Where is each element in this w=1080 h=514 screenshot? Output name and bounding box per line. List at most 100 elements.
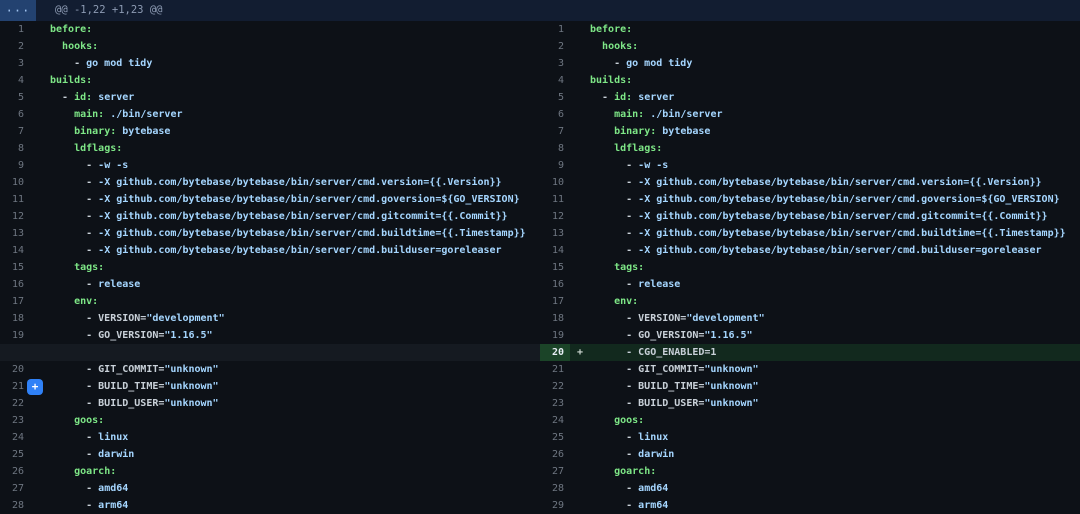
line-number[interactable]: 16 bbox=[0, 276, 30, 293]
line-number[interactable]: 24 bbox=[0, 429, 30, 446]
diff-sign bbox=[30, 123, 50, 140]
diff-row: 1before: bbox=[540, 21, 1080, 38]
line-number[interactable]: 13 bbox=[0, 225, 30, 242]
line-number[interactable]: 28 bbox=[540, 480, 570, 497]
line-number[interactable]: 12 bbox=[0, 208, 30, 225]
diff-row: 17 env: bbox=[0, 293, 540, 310]
diff-sign bbox=[30, 293, 50, 310]
line-number[interactable]: 19 bbox=[540, 327, 570, 344]
line-number[interactable]: 21 bbox=[540, 361, 570, 378]
line-number[interactable]: 21 bbox=[0, 378, 30, 395]
expand-hunk-button[interactable]: ··· bbox=[0, 0, 36, 21]
diff-sign bbox=[570, 38, 590, 55]
line-number[interactable]: 3 bbox=[0, 55, 30, 72]
diff-sign bbox=[570, 140, 590, 157]
line-number[interactable]: 18 bbox=[0, 310, 30, 327]
line-number[interactable]: 17 bbox=[540, 293, 570, 310]
diff-sign bbox=[30, 327, 50, 344]
line-number[interactable]: 7 bbox=[0, 123, 30, 140]
code-line: - -X github.com/bytebase/bytebase/bin/se… bbox=[50, 225, 540, 242]
line-number[interactable]: 26 bbox=[0, 463, 30, 480]
code-line: hooks: bbox=[590, 38, 1080, 55]
line-number[interactable]: 23 bbox=[0, 412, 30, 429]
line-number[interactable]: 22 bbox=[540, 378, 570, 395]
diff-row: 7 binary: bytebase bbox=[540, 123, 1080, 140]
diff-row: 14 - -X github.com/bytebase/bytebase/bin… bbox=[0, 242, 540, 259]
code-line: env: bbox=[50, 293, 540, 310]
line-number[interactable]: 13 bbox=[540, 225, 570, 242]
line-number[interactable]: 2 bbox=[540, 38, 570, 55]
diff-sign bbox=[30, 106, 50, 123]
diff-sign bbox=[30, 497, 50, 514]
add-comment-button[interactable]: + bbox=[27, 379, 43, 395]
code-line: binary: bytebase bbox=[50, 123, 540, 140]
code-line: - GIT_COMMIT="unknown" bbox=[590, 361, 1080, 378]
line-number[interactable]: 28 bbox=[0, 497, 30, 514]
code-line: - BUILD_USER="unknown" bbox=[590, 395, 1080, 412]
line-number[interactable]: 15 bbox=[0, 259, 30, 276]
code-line: goarch: bbox=[50, 463, 540, 480]
diff-sign bbox=[570, 242, 590, 259]
line-number[interactable]: 5 bbox=[0, 89, 30, 106]
code-line: ldflags: bbox=[50, 140, 540, 157]
line-number[interactable]: 20 bbox=[0, 361, 30, 378]
line-number[interactable]: 9 bbox=[0, 157, 30, 174]
line-number[interactable]: 5 bbox=[540, 89, 570, 106]
line-number[interactable]: 7 bbox=[540, 123, 570, 140]
line-number[interactable]: 18 bbox=[540, 310, 570, 327]
line-number[interactable]: 1 bbox=[0, 21, 30, 38]
diff-row: 18 - VERSION="development" bbox=[0, 310, 540, 327]
line-number[interactable]: 8 bbox=[0, 140, 30, 157]
diff-sign bbox=[30, 89, 50, 106]
diff-sign bbox=[570, 361, 590, 378]
diff-sign bbox=[570, 191, 590, 208]
line-number[interactable]: 6 bbox=[540, 106, 570, 123]
code-line: binary: bytebase bbox=[590, 123, 1080, 140]
line-number[interactable]: 6 bbox=[0, 106, 30, 123]
diff-row: 6 main: ./bin/server bbox=[540, 106, 1080, 123]
line-number[interactable]: 27 bbox=[0, 480, 30, 497]
line-number[interactable]: 10 bbox=[0, 174, 30, 191]
code-line: - CGO_ENABLED=1 bbox=[590, 344, 1080, 361]
line-number[interactable]: 11 bbox=[540, 191, 570, 208]
line-number[interactable]: 14 bbox=[540, 242, 570, 259]
diff-sign bbox=[30, 208, 50, 225]
diff-row: 2 hooks: bbox=[0, 38, 540, 55]
line-number[interactable]: 1 bbox=[540, 21, 570, 38]
line-number[interactable]: 26 bbox=[540, 446, 570, 463]
diff-sign bbox=[570, 106, 590, 123]
line-number[interactable]: 12 bbox=[540, 208, 570, 225]
line-number[interactable]: 9 bbox=[540, 157, 570, 174]
line-number[interactable]: 4 bbox=[540, 72, 570, 89]
code-line: - -w -s bbox=[50, 157, 540, 174]
line-number[interactable]: 10 bbox=[540, 174, 570, 191]
line-number[interactable]: 15 bbox=[540, 259, 570, 276]
diff-row: 20 - GIT_COMMIT="unknown" bbox=[0, 361, 540, 378]
diff-row: 9 - -w -s bbox=[540, 157, 1080, 174]
code-line: - -X github.com/bytebase/bytebase/bin/se… bbox=[50, 242, 540, 259]
line-number[interactable]: 8 bbox=[540, 140, 570, 157]
line-number[interactable]: 23 bbox=[540, 395, 570, 412]
line-number[interactable]: 14 bbox=[0, 242, 30, 259]
code-line: builds: bbox=[50, 72, 540, 89]
line-number[interactable]: 11 bbox=[0, 191, 30, 208]
line-number[interactable]: 20 bbox=[540, 344, 570, 361]
line-number[interactable]: 3 bbox=[540, 55, 570, 72]
code-line: - -X github.com/bytebase/bytebase/bin/se… bbox=[50, 191, 540, 208]
line-number[interactable]: 24 bbox=[540, 412, 570, 429]
line-number[interactable]: 2 bbox=[0, 38, 30, 55]
diff-row bbox=[0, 344, 540, 361]
diff-sign bbox=[570, 21, 590, 38]
line-number[interactable]: 29 bbox=[540, 497, 570, 514]
line-number[interactable]: 17 bbox=[0, 293, 30, 310]
line-number[interactable]: 16 bbox=[540, 276, 570, 293]
line-number[interactable]: 27 bbox=[540, 463, 570, 480]
line-number[interactable]: 25 bbox=[0, 446, 30, 463]
line-number[interactable]: 25 bbox=[540, 429, 570, 446]
code-line: - amd64 bbox=[590, 480, 1080, 497]
line-number[interactable]: 4 bbox=[0, 72, 30, 89]
diff-row: 13 - -X github.com/bytebase/bytebase/bin… bbox=[0, 225, 540, 242]
line-number[interactable]: 19 bbox=[0, 327, 30, 344]
diff-row: 18 - VERSION="development" bbox=[540, 310, 1080, 327]
line-number[interactable]: 22 bbox=[0, 395, 30, 412]
